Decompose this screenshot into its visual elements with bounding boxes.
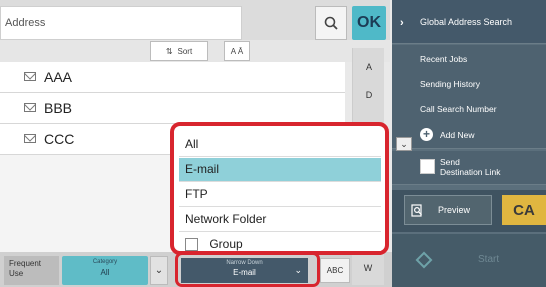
mail-icon — [24, 103, 36, 112]
list-item-label: BBB — [44, 100, 73, 116]
call-search-number-button[interactable]: Call Search Number — [392, 95, 546, 123]
option-email[interactable]: E-mail — [179, 158, 381, 182]
mail-icon — [24, 134, 36, 143]
preview-button[interactable]: Preview — [404, 195, 492, 225]
sending-history-button[interactable]: Sending History — [392, 70, 546, 98]
frequent-use-button[interactable]: Frequent Use — [4, 256, 59, 285]
list-item-label: CCC — [44, 131, 75, 147]
chevron-down-icon: ⌄ — [154, 265, 164, 276]
option-group-label: Group — [209, 237, 243, 251]
category-selector[interactable]: Category All — [62, 256, 148, 285]
send-destination-link-checkbox[interactable] — [420, 159, 435, 174]
preview-icon — [411, 203, 422, 217]
sort-icon: ⇅ — [165, 46, 173, 56]
ok-button[interactable]: OK — [352, 6, 386, 40]
sort-button[interactable]: ⇅ Sort — [150, 41, 208, 61]
index-letter-w[interactable]: W — [352, 252, 384, 285]
option-network-folder[interactable]: Network Folder — [179, 208, 381, 232]
call-search-number-label: Call Search Number — [420, 104, 497, 114]
start-label: Start — [478, 254, 500, 265]
recent-jobs-button[interactable]: Recent Jobs — [392, 45, 546, 73]
start-button[interactable]: Start — [392, 234, 546, 287]
list-item[interactable]: AAA — [0, 62, 345, 93]
index-letter-d[interactable]: D — [353, 90, 385, 100]
chevron-right-icon: › — [400, 17, 404, 29]
category-caption: Category — [92, 259, 118, 265]
search-button[interactable] — [315, 6, 347, 40]
global-address-search-button[interactable]: › Global Address Search — [392, 0, 546, 44]
option-ftp[interactable]: FTP — [179, 183, 381, 207]
start-icon — [415, 251, 433, 269]
clear-all-button[interactable]: CA — [502, 195, 546, 225]
sort-label: Sort — [177, 46, 193, 56]
list-item[interactable]: BBB — [0, 93, 345, 124]
narrow-down-dropdown: All E-mail FTP Network Folder Group — [170, 122, 389, 255]
frequent-use-label: Frequent — [9, 259, 42, 268]
add-new-label: Add New — [440, 130, 475, 140]
chevron-down-icon[interactable]: ⌄ — [396, 137, 412, 151]
mail-icon — [24, 72, 36, 81]
abc-index-button[interactable]: ABC — [320, 258, 350, 283]
send-destination-link-toggle[interactable]: Send Destination Link — [392, 151, 546, 185]
sending-history-label: Sending History — [420, 79, 481, 89]
address-placeholder: Address — [5, 17, 46, 29]
add-new-button[interactable]: + Add New — [392, 121, 546, 149]
preview-label: Preview — [438, 205, 471, 215]
category-value: All — [100, 268, 110, 277]
sort-az-button[interactable]: A Ā — [224, 41, 250, 61]
option-all[interactable]: All — [179, 133, 381, 157]
list-item-label: AAA — [44, 69, 73, 85]
frequent-use-label-2: Use — [9, 269, 24, 278]
recent-jobs-label: Recent Jobs — [420, 54, 468, 64]
group-checkbox[interactable] — [185, 238, 198, 251]
narrow-down-highlight — [175, 252, 320, 287]
send-destination-link-label: Send Destination Link — [440, 157, 501, 177]
category-dropdown-button[interactable]: ⌄ — [150, 256, 168, 285]
search-icon — [324, 16, 338, 30]
global-address-search-label: Global Address Search — [420, 17, 513, 27]
index-letter-a[interactable]: A — [353, 62, 385, 72]
plus-icon: + — [420, 128, 433, 141]
address-input[interactable]: Address — [0, 6, 242, 40]
